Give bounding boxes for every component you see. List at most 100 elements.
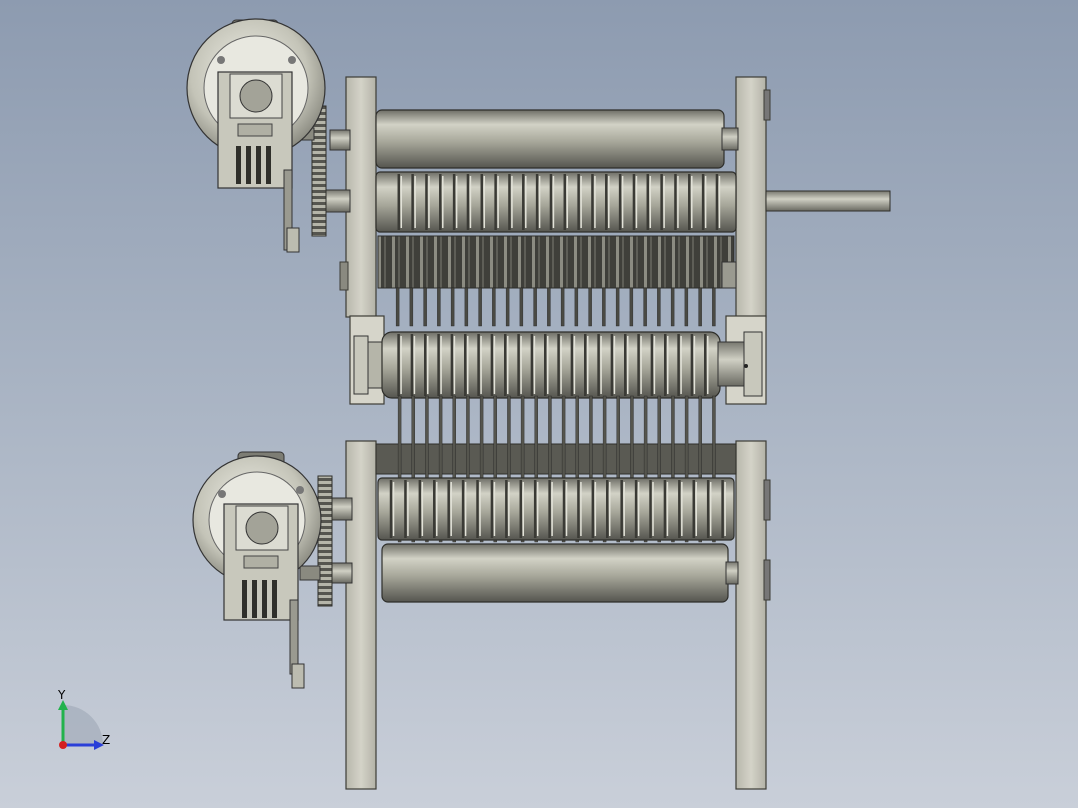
lower-roller-groove-highlight (709, 482, 712, 536)
upper-roller-groove-highlight (691, 176, 693, 228)
upper-roller-groove-highlight (428, 176, 430, 228)
upper-roller-groove (397, 174, 401, 230)
middle-roller-groove (677, 334, 680, 396)
middle-roller-groove-highlight (573, 336, 576, 394)
upper-comb-tooth (643, 287, 647, 327)
lower-roller-groove-highlight (392, 482, 395, 536)
middle-roller-groove-highlight (507, 336, 509, 394)
middle-roller-groove (410, 334, 414, 396)
upper-roller-groove-highlight (594, 176, 596, 228)
triad-origin (59, 741, 67, 749)
cad-viewport[interactable]: Y Z (0, 0, 1078, 808)
lower-roller-groove (577, 480, 580, 538)
lower-roller-groove-highlight (407, 482, 409, 536)
upper-roller-groove-highlight (718, 176, 721, 228)
upper-roller-groove (688, 174, 691, 230)
upper-roller-groove (632, 174, 636, 230)
upper-comb-tooth (684, 287, 689, 327)
upper-comb-tooth (533, 287, 537, 327)
upper-roller-groove (452, 174, 456, 230)
upper-comb-tooth (629, 287, 634, 327)
lower-roller-groove-highlight (421, 482, 424, 536)
upper-roller-groove-highlight (677, 176, 679, 228)
middle-roller-groove (557, 334, 560, 396)
middle-roller-groove (704, 334, 707, 396)
upper-comb-tooth (698, 287, 702, 327)
lower-feed-roller (321, 543, 739, 603)
upper-comb-tooth (657, 287, 661, 327)
lower-roller-groove (389, 480, 393, 538)
middle-roller-groove (477, 334, 480, 396)
lower-roller-groove-highlight (724, 482, 726, 536)
upper-roller-groove (577, 174, 580, 230)
middle-roller-groove (544, 334, 547, 396)
upper-roller-groove-highlight (663, 176, 665, 228)
upper-roller-groove-highlight (538, 176, 541, 228)
middle-roller-groove (437, 334, 440, 396)
lower-roller-groove-highlight (652, 482, 654, 536)
middle-roller-groove-highlight (600, 336, 602, 394)
middle-roller-groove (490, 334, 494, 396)
lower-roller-groove (634, 480, 638, 538)
lower-roller-groove (519, 480, 523, 538)
upper-roller-groove-highlight (511, 176, 513, 228)
lower-roller-groove-highlight (479, 482, 481, 536)
lower-roller-groove (476, 480, 479, 538)
assembly-view[interactable]: Y Z (0, 0, 1078, 808)
lower-roller-groove (404, 480, 407, 538)
upper-roller-groove (618, 174, 622, 230)
upper-roller-groove (660, 174, 663, 230)
upper-roller-groove (439, 174, 442, 230)
middle-roller-groove (690, 334, 694, 396)
upper-roller-groove (701, 174, 705, 230)
upper-roller-groove-highlight (497, 176, 499, 228)
upper-roller-groove (522, 174, 525, 230)
upper-roller-groove (425, 174, 428, 230)
middle-roller-groove (530, 334, 534, 396)
middle-roller-groove-highlight (427, 336, 429, 394)
middle-roller-groove (624, 334, 627, 396)
lower-roller-groove (692, 480, 696, 538)
upper-roller-groove-highlight (469, 176, 472, 228)
lower-roller-groove-highlight (508, 482, 510, 536)
middle-roller-groove (450, 334, 454, 396)
upper-roller-groove (480, 174, 484, 230)
upper-roller-groove-highlight (525, 176, 527, 228)
lower-roller-groove (663, 480, 667, 538)
middle-roller-groove-highlight (587, 336, 589, 394)
middle-roller-groove-highlight (667, 336, 669, 394)
middle-roller-groove-highlight (467, 336, 469, 394)
middle-roller-groove-highlight (640, 336, 642, 394)
lower-roller-groove (447, 480, 450, 538)
lower-roller-groove-highlight (695, 482, 698, 536)
upper-roller-groove-highlight (621, 176, 624, 228)
middle-roller-groove-highlight (653, 336, 656, 394)
upper-comb-tooth (712, 287, 716, 327)
middle-roller-groove-highlight (680, 336, 682, 394)
upper-roller-groove (466, 174, 470, 230)
upper-roller-groove-highlight (414, 176, 416, 228)
upper-comb-tooth (560, 287, 565, 327)
upper-comb-tooth (395, 287, 400, 327)
middle-roller-groove (637, 334, 640, 396)
upper-roller-groove-highlight (400, 176, 403, 228)
z-axis-label: Z (102, 733, 110, 747)
upper-grooved-roller (321, 171, 737, 233)
upper-roller-groove-highlight (608, 176, 610, 228)
upper-roller-groove-highlight (580, 176, 582, 228)
upper-roller-groove-highlight (483, 176, 486, 228)
middle-roller-groove-highlight (547, 336, 549, 394)
lower-roller-groove-highlight (493, 482, 496, 536)
upper-roller-groove (591, 174, 594, 230)
upper-roller-groove (605, 174, 608, 230)
upper-comb-tooth (519, 287, 524, 327)
y-axis-label: Y (57, 688, 66, 702)
lower-roller-groove (620, 480, 623, 538)
middle-roller-groove (597, 334, 600, 396)
middle-roller-groove-highlight (480, 336, 482, 394)
upper-comb-tooth (409, 287, 414, 327)
lower-roller-groove (433, 480, 436, 538)
upper-comb-tooth (615, 287, 620, 327)
lower-roller-groove (490, 480, 494, 538)
upper-roller-groove (674, 174, 677, 230)
